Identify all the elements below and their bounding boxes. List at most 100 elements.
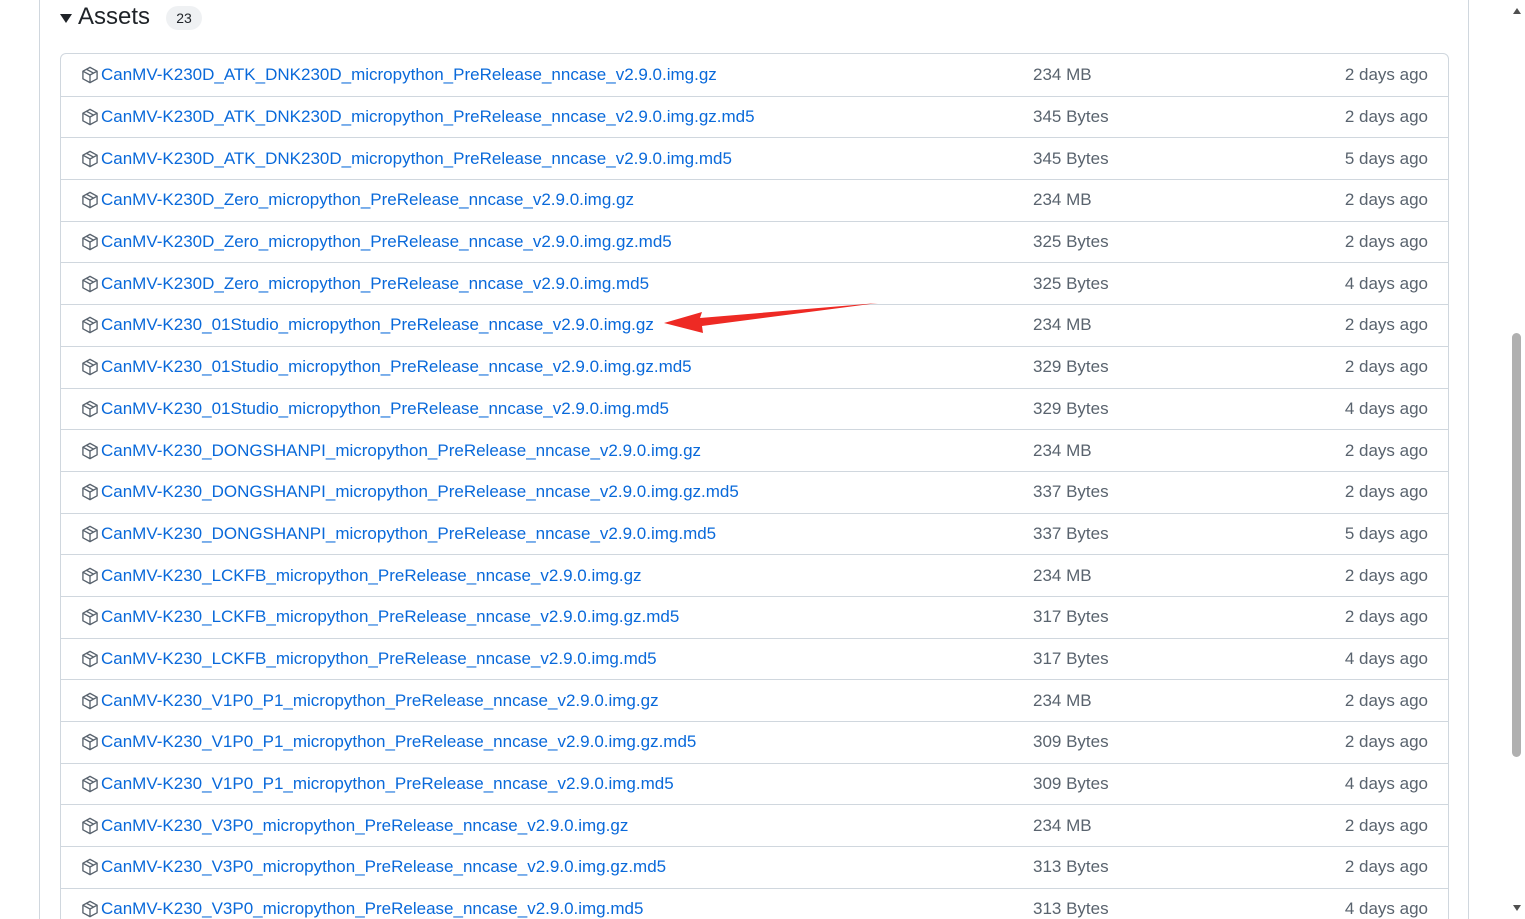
package-icon <box>81 108 99 126</box>
asset-size: 329 Bytes <box>1033 357 1109 377</box>
asset-row: CanMV-K230_LCKFB_micropython_PreRelease_… <box>61 637 1448 680</box>
asset-download-link[interactable]: CanMV-K230D_Zero_micropython_PreRelease_… <box>101 274 649 294</box>
asset-date: 4 days ago <box>1344 774 1428 794</box>
asset-download-link[interactable]: CanMV-K230_V3P0_micropython_PreRelease_n… <box>101 899 643 919</box>
asset-row: CanMV-K230_V3P0_micropython_PreRelease_n… <box>61 804 1448 846</box>
asset-date: 4 days ago <box>1344 648 1428 668</box>
asset-download-link[interactable]: CanMV-K230_V1P0_P1_micropython_PreReleas… <box>101 691 659 711</box>
caret-down-icon[interactable] <box>60 13 72 23</box>
package-icon <box>81 275 99 293</box>
package-icon <box>81 150 99 168</box>
package-icon <box>81 400 99 418</box>
asset-download-link[interactable]: CanMV-K230_DONGSHANPI_micropython_PreRel… <box>101 482 739 502</box>
asset-date: 2 days ago <box>1344 357 1428 377</box>
asset-download-link[interactable]: CanMV-K230_01Studio_micropython_PreRelea… <box>101 315 654 335</box>
release-page: Assets 23 CanMV-K230D_ATK_DNK230D_microp… <box>0 0 1525 919</box>
asset-row: CanMV-K230D_Zero_micropython_PreRelease_… <box>61 262 1448 304</box>
asset-size: 234 MB <box>1033 440 1092 460</box>
package-icon <box>81 733 99 751</box>
asset-download-link[interactable]: CanMV-K230D_ATK_DNK230D_micropython_PreR… <box>101 149 732 169</box>
asset-date: 4 days ago <box>1344 273 1428 293</box>
asset-row: CanMV-K230_V1P0_P1_micropython_PreReleas… <box>61 679 1448 721</box>
asset-download-link[interactable]: CanMV-K230_DONGSHANPI_micropython_PreRel… <box>101 524 716 544</box>
asset-size: 234 MB <box>1033 565 1092 585</box>
asset-size: 313 Bytes <box>1033 899 1109 919</box>
asset-size: 234 MB <box>1033 315 1092 335</box>
asset-row: CanMV-K230D_Zero_micropython_PreRelease_… <box>61 220 1448 263</box>
asset-date: 2 days ago <box>1344 565 1428 585</box>
asset-size: 325 Bytes <box>1033 273 1109 293</box>
asset-row: CanMV-K230D_ATK_DNK230D_micropython_PreR… <box>61 54 1448 96</box>
package-icon <box>81 775 99 793</box>
asset-size: 337 Bytes <box>1033 523 1109 543</box>
asset-date: 5 days ago <box>1344 148 1428 168</box>
asset-download-link[interactable]: CanMV-K230_LCKFB_micropython_PreRelease_… <box>101 649 657 669</box>
asset-download-link[interactable]: CanMV-K230D_Zero_micropython_PreRelease_… <box>101 232 672 252</box>
asset-download-link[interactable]: CanMV-K230D_Zero_micropython_PreRelease_… <box>101 190 634 210</box>
asset-row: CanMV-K230_DONGSHANPI_micropython_PreRel… <box>61 429 1448 471</box>
package-icon <box>81 858 99 876</box>
asset-size: 345 Bytes <box>1033 107 1109 127</box>
asset-date: 4 days ago <box>1344 398 1428 418</box>
asset-row: CanMV-K230_01Studio_micropython_PreRelea… <box>61 345 1448 388</box>
package-icon <box>81 650 99 668</box>
asset-date: 2 days ago <box>1344 64 1428 84</box>
asset-row: CanMV-K230_DONGSHANPI_micropython_PreRel… <box>61 470 1448 513</box>
asset-row: CanMV-K230_01Studio_micropython_PreRelea… <box>61 387 1448 430</box>
package-icon <box>81 358 99 376</box>
asset-download-link[interactable]: CanMV-K230_V3P0_micropython_PreRelease_n… <box>101 816 628 836</box>
package-icon <box>81 525 99 543</box>
vertical-scrollbar[interactable] <box>1509 0 1525 919</box>
scroll-down-icon[interactable] <box>1513 905 1521 911</box>
assets-title: Assets <box>78 3 151 30</box>
asset-download-link[interactable]: CanMV-K230_LCKFB_micropython_PreRelease_… <box>101 566 642 586</box>
package-icon <box>81 66 99 84</box>
asset-size: 309 Bytes <box>1033 774 1109 794</box>
assets-list: CanMV-K230D_ATK_DNK230D_micropython_PreR… <box>60 53 1449 919</box>
asset-row: CanMV-K230_DONGSHANPI_micropython_PreRel… <box>61 512 1448 555</box>
asset-row: CanMV-K230D_Zero_micropython_PreRelease_… <box>61 179 1448 221</box>
asset-row: CanMV-K230D_ATK_DNK230D_micropython_PreR… <box>61 137 1448 179</box>
asset-download-link[interactable]: CanMV-K230_V1P0_P1_micropython_PreReleas… <box>101 774 674 794</box>
asset-row: CanMV-K230_V1P0_P1_micropython_PreReleas… <box>61 762 1448 805</box>
asset-download-link[interactable]: CanMV-K230D_ATK_DNK230D_micropython_PreR… <box>101 107 755 127</box>
asset-size: 317 Bytes <box>1033 648 1109 668</box>
asset-date: 2 days ago <box>1344 690 1428 710</box>
asset-date: 2 days ago <box>1344 732 1428 752</box>
asset-row: CanMV-K230D_ATK_DNK230D_micropython_PreR… <box>61 95 1448 138</box>
asset-row: CanMV-K230_LCKFB_micropython_PreRelease_… <box>61 595 1448 638</box>
asset-download-link[interactable]: CanMV-K230_V1P0_P1_micropython_PreReleas… <box>101 732 696 752</box>
scrollbar-thumb[interactable] <box>1512 333 1521 757</box>
package-icon <box>81 567 99 585</box>
package-icon <box>81 191 99 209</box>
asset-date: 2 days ago <box>1344 190 1428 210</box>
asset-row: CanMV-K230_LCKFB_micropython_PreRelease_… <box>61 554 1448 596</box>
asset-date: 2 days ago <box>1344 315 1428 335</box>
asset-download-link[interactable]: CanMV-K230D_ATK_DNK230D_micropython_PreR… <box>101 65 717 85</box>
asset-size: 317 Bytes <box>1033 607 1109 627</box>
asset-download-link[interactable]: CanMV-K230_LCKFB_micropython_PreRelease_… <box>101 607 679 627</box>
assets-header[interactable]: Assets 23 <box>60 0 203 34</box>
scroll-up-icon[interactable] <box>1513 8 1521 14</box>
package-icon <box>81 483 99 501</box>
asset-download-link[interactable]: CanMV-K230_01Studio_micropython_PreRelea… <box>101 357 692 377</box>
package-icon <box>81 442 99 460</box>
asset-size: 337 Bytes <box>1033 482 1109 502</box>
asset-row: CanMV-K230_V3P0_micropython_PreRelease_n… <box>61 846 1448 888</box>
asset-date: 2 days ago <box>1344 815 1428 835</box>
asset-date: 2 days ago <box>1344 107 1428 127</box>
package-icon <box>81 608 99 626</box>
asset-size: 234 MB <box>1033 690 1092 710</box>
package-icon <box>81 316 99 334</box>
asset-download-link[interactable]: CanMV-K230_DONGSHANPI_micropython_PreRel… <box>101 441 701 461</box>
asset-download-link[interactable]: CanMV-K230_V3P0_micropython_PreRelease_n… <box>101 857 666 877</box>
asset-size: 313 Bytes <box>1033 857 1109 877</box>
asset-download-link[interactable]: CanMV-K230_01Studio_micropython_PreRelea… <box>101 399 669 419</box>
asset-size: 329 Bytes <box>1033 398 1109 418</box>
asset-size: 309 Bytes <box>1033 732 1109 752</box>
asset-date: 2 days ago <box>1344 607 1428 627</box>
package-icon <box>81 900 99 918</box>
asset-size: 345 Bytes <box>1033 148 1109 168</box>
asset-row: CanMV-K230_V1P0_P1_micropython_PreReleas… <box>61 721 1448 763</box>
asset-date: 5 days ago <box>1344 523 1428 543</box>
